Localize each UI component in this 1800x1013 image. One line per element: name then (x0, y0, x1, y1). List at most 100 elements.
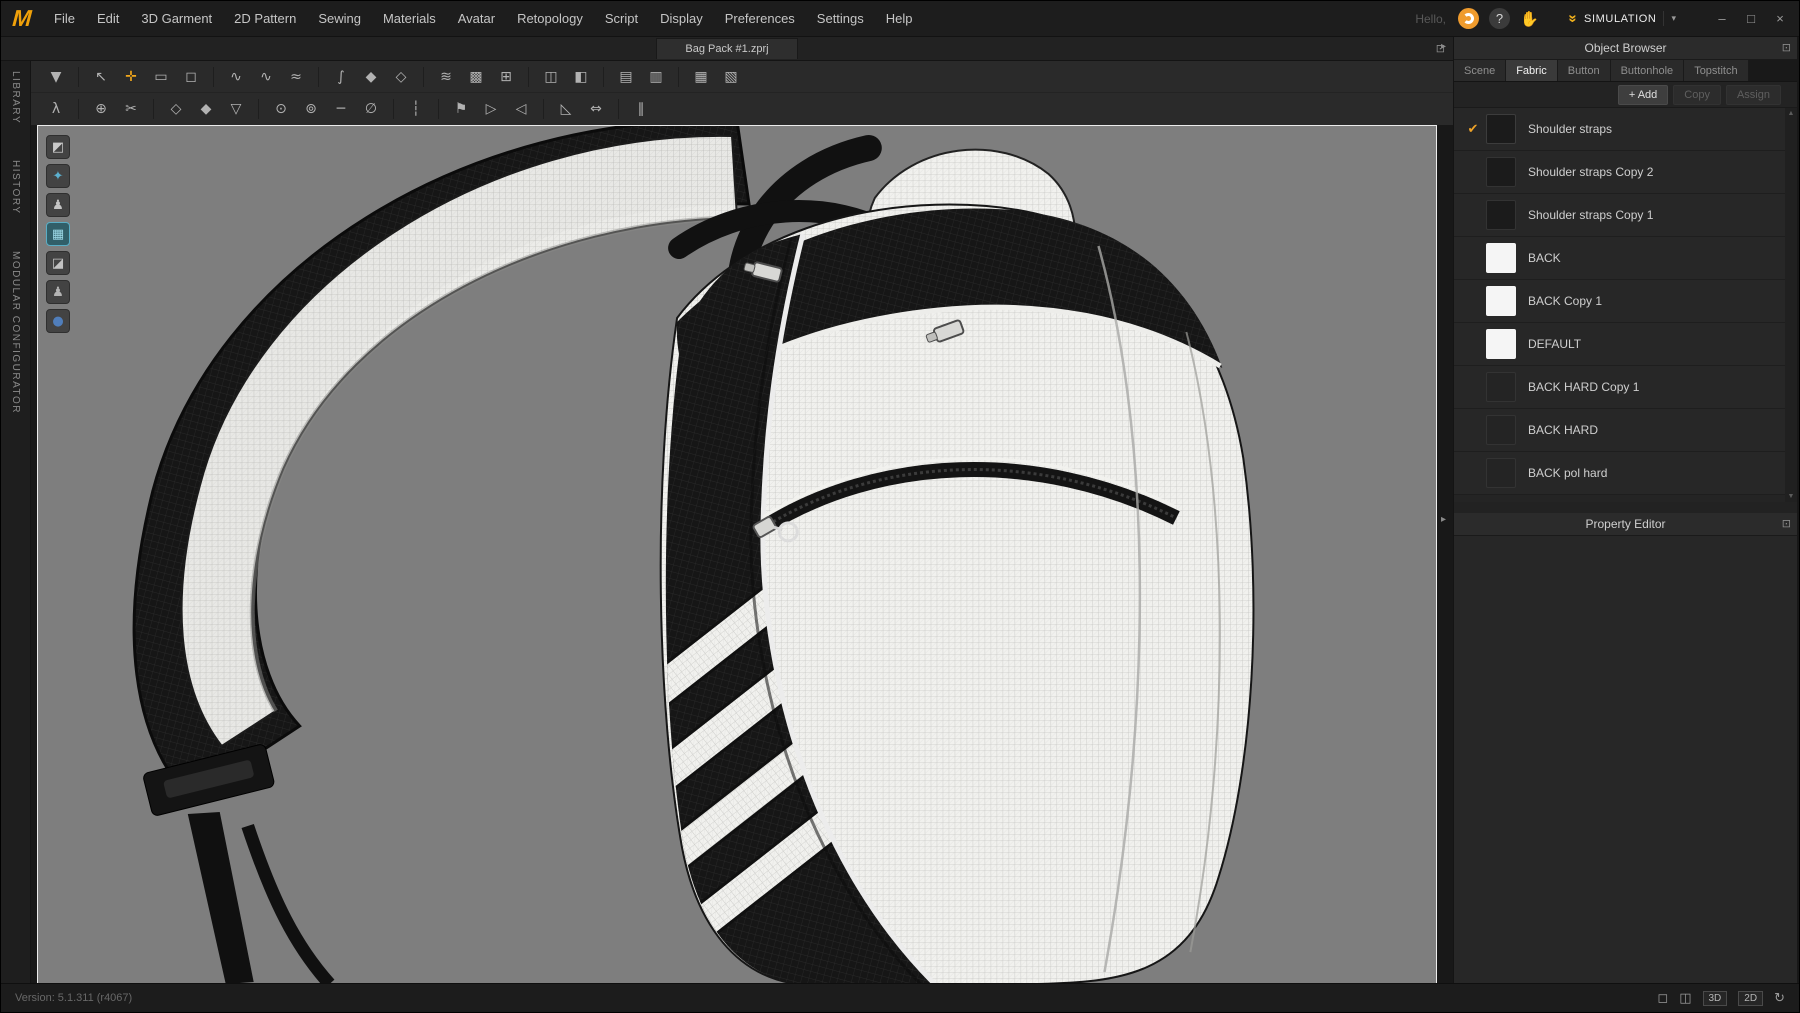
button-icon[interactable]: ⊙ (267, 96, 295, 122)
show-avatar-toggle[interactable]: ♟ (46, 193, 70, 217)
viewport-3d[interactable]: ◩ ✦ ♟ ▦ ◪ ♟ ● (37, 125, 1437, 985)
sewing-tool-icon[interactable]: ∫ (327, 64, 355, 90)
view-3d-button[interactable]: 3D (1703, 991, 1728, 1006)
uv-grid-icon[interactable]: ▩ (462, 64, 490, 90)
show-garment-toggle[interactable]: ◩ (46, 135, 70, 159)
simulation-dropdown-icon[interactable]: ▾ (1663, 11, 1683, 26)
edit-polygon-icon[interactable]: ◇ (387, 64, 415, 90)
tab-scene[interactable]: Scene (1454, 60, 1506, 81)
rail-tab-history[interactable]: HISTORY (10, 156, 21, 219)
show-avatar-skin-toggle[interactable]: ♟ (46, 280, 70, 304)
close-button[interactable]: × (1773, 11, 1787, 26)
tape-measure-icon[interactable]: ⇔ (582, 96, 610, 122)
symmetry-line-icon[interactable]: ∥ (627, 96, 655, 122)
arrange-left-icon[interactable]: ◁ (507, 96, 535, 122)
select-move-icon[interactable]: ↖ (87, 64, 115, 90)
show-seam-toggle[interactable]: ◪ (46, 251, 70, 275)
view-2d-button[interactable]: 2D (1738, 991, 1763, 1006)
rail-tab-modular-configurator[interactable]: MODULAR CONFIGURATOR (10, 247, 21, 418)
add-fabric-button[interactable]: + Add (1618, 85, 1668, 105)
minimize-button[interactable]: – (1715, 11, 1729, 26)
tweak-mesh-icon[interactable]: ∿ (222, 64, 250, 90)
menu-edit[interactable]: Edit (86, 1, 130, 37)
scroll-down-icon[interactable]: ▼ (1788, 493, 1795, 500)
show-mesh-icon[interactable]: ▧ (717, 64, 745, 90)
show-texture-toggle[interactable]: ✦ (46, 164, 70, 188)
simulate-dropdown-icon[interactable]: ▼ (42, 64, 70, 90)
collapse-property-editor-icon[interactable]: ▸ (1441, 514, 1446, 525)
box-select-icon[interactable]: ▭ (147, 64, 175, 90)
menu-preferences[interactable]: Preferences (714, 1, 806, 37)
tab-buttonhole[interactable]: Buttonhole (1611, 60, 1685, 81)
single-pane-icon[interactable]: ◻ (1657, 991, 1668, 1006)
show-globe-toggle[interactable]: ● (46, 309, 70, 333)
menu-script[interactable]: Script (594, 1, 649, 37)
buttonhole-icon[interactable]: ⊚ (297, 96, 325, 122)
pleat-icon[interactable]: ▽ (222, 96, 250, 122)
layer-down-icon[interactable]: ▥ (642, 64, 670, 90)
eyelet-icon[interactable]: ∅ (357, 96, 385, 122)
notch-icon[interactable]: ◆ (192, 96, 220, 122)
arrange-right-icon[interactable]: ▷ (477, 96, 505, 122)
layer-up-icon[interactable]: ▤ (612, 64, 640, 90)
simulation-button[interactable]: » SIMULATION ▾ (1563, 7, 1689, 30)
avatar-walk-icon[interactable]: λ (42, 96, 70, 122)
scroll-up-icon[interactable]: ▲ (1788, 110, 1795, 117)
fabric-row[interactable]: Shoulder straps Copy 1 (1454, 194, 1797, 237)
transform-gizmo-icon[interactable]: ✛ (117, 64, 145, 90)
lasso-select-icon[interactable]: ◻ (177, 64, 205, 90)
menu-help[interactable]: Help (875, 1, 924, 37)
fabric-row[interactable]: Shoulder straps Copy 2 (1454, 151, 1797, 194)
fabric-row[interactable]: BACK Copy 1 (1454, 280, 1797, 323)
fabric-row[interactable]: BACK HARD (1454, 409, 1797, 452)
rail-tab-library[interactable]: LIBRARY (10, 67, 21, 128)
menu-file[interactable]: File (43, 1, 86, 37)
dart-icon[interactable]: ◇ (162, 96, 190, 122)
menu-3d-garment[interactable]: 3D Garment (130, 1, 223, 37)
collapse-object-browser-icon[interactable]: ▸ (1441, 41, 1446, 52)
edit-points-icon[interactable]: ◆ (357, 64, 385, 90)
smooth-mesh-icon[interactable]: ≈ (282, 64, 310, 90)
half-symmetry-icon[interactable]: ◧ (567, 64, 595, 90)
maximize-button[interactable]: □ (1744, 11, 1758, 26)
zipper-icon[interactable]: ┆ (402, 96, 430, 122)
fabric-row[interactable]: BACK pol hard (1454, 452, 1797, 495)
show-mesh-toggle[interactable]: ▦ (46, 222, 70, 246)
menu-2d-pattern[interactable]: 2D Pattern (223, 1, 307, 37)
add-pattern-icon[interactable]: ⊞ (492, 64, 520, 90)
help-icon[interactable]: ? (1489, 8, 1510, 29)
show-grid-icon[interactable]: ▦ (687, 64, 715, 90)
menu-display[interactable]: Display (649, 1, 714, 37)
seam-line-icon[interactable]: ─ (327, 96, 355, 122)
fabric-row[interactable]: BACK HARD Copy 1 (1454, 366, 1797, 409)
fabric-row[interactable]: BACK (1454, 237, 1797, 280)
fabric-row-shoulder-straps[interactable]: ✔ Shoulder straps (1454, 108, 1797, 151)
flag-icon[interactable]: ⚑ (447, 96, 475, 122)
pin-drag-icon[interactable]: ∿ (252, 64, 280, 90)
menu-avatar[interactable]: Avatar (447, 1, 506, 37)
tab-fabric[interactable]: Fabric (1506, 60, 1558, 81)
menu-materials[interactable]: Materials (372, 1, 447, 37)
gesture-icon[interactable]: ✋ (1520, 10, 1539, 28)
document-tab[interactable]: Bag Pack #1.zprj (656, 38, 797, 59)
account-icon[interactable] (1458, 8, 1479, 29)
fold-arrangement-icon[interactable]: ≋ (432, 64, 460, 90)
fabric-row[interactable]: DEFAULT (1454, 323, 1797, 366)
ruler-icon[interactable]: ◺ (552, 96, 580, 122)
split-pane-icon[interactable]: ◫ (1679, 991, 1691, 1006)
menu-sewing[interactable]: Sewing (307, 1, 372, 37)
tab-topstitch[interactable]: Topstitch (1684, 60, 1748, 81)
property-editor-popout-icon[interactable]: ⊡ (1782, 517, 1791, 530)
fabric-list-scrollbar[interactable]: ▲ ▼ (1785, 108, 1797, 502)
tab-button[interactable]: Button (1558, 60, 1611, 81)
menu-settings[interactable]: Settings (806, 1, 875, 37)
mirror-pattern-icon[interactable]: ◫ (537, 64, 565, 90)
refresh-icon[interactable]: ↻ (1774, 991, 1785, 1006)
backpack-3d-model[interactable] (38, 126, 1436, 984)
pin-icon[interactable]: ⊕ (87, 96, 115, 122)
copy-fabric-button[interactable]: Copy (1673, 85, 1721, 105)
assign-fabric-button[interactable]: Assign (1726, 85, 1781, 105)
object-browser-popout-icon[interactable]: ⊡ (1782, 41, 1791, 54)
menu-retopology[interactable]: Retopology (506, 1, 594, 37)
scissors-icon[interactable]: ✂ (117, 96, 145, 122)
